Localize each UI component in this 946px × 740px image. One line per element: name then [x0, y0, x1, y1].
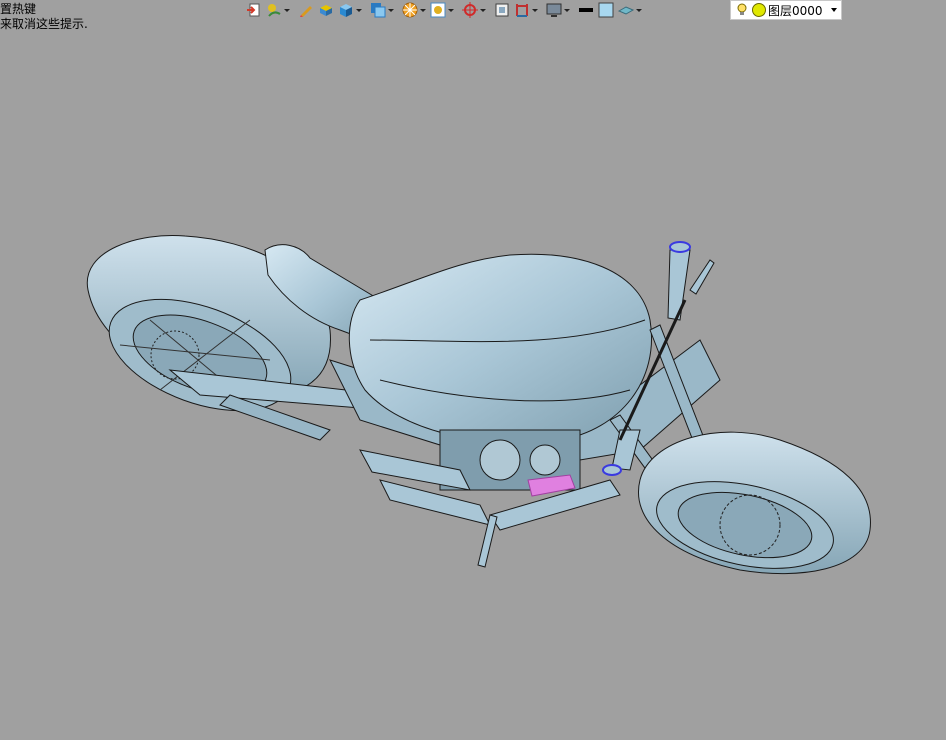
display-icon: [546, 3, 562, 17]
view-dropdown-icon[interactable]: [388, 8, 394, 12]
layer-selector[interactable]: 图层0000: [730, 0, 842, 20]
measure-icon: [516, 4, 528, 17]
box-button[interactable]: [338, 0, 362, 20]
hint-line-1: 置热键: [0, 2, 37, 16]
frame-icon: [430, 2, 446, 18]
material-icon: [618, 6, 634, 15]
sketch-button[interactable]: [266, 0, 290, 20]
measure-dropdown-icon[interactable]: [532, 8, 538, 12]
pencil-icon: [300, 6, 312, 17]
sketch-dropdown-icon[interactable]: [284, 8, 290, 12]
view-cube-button[interactable]: [370, 0, 394, 20]
target-dropdown-icon[interactable]: [480, 8, 486, 12]
front-wheel[interactable]: [638, 431, 871, 583]
target-icon: [462, 2, 478, 18]
main-toolbar: [246, 0, 730, 20]
square-button[interactable]: [494, 0, 510, 20]
material-dropdown-icon[interactable]: [636, 8, 642, 12]
fill-color-button[interactable]: [598, 0, 614, 20]
orient-icon: [402, 2, 418, 18]
orient-button[interactable]: [402, 0, 426, 20]
exit-button[interactable]: [246, 0, 262, 20]
layer-dropdown-icon[interactable]: [831, 8, 837, 12]
display-dropdown-icon[interactable]: [564, 8, 570, 12]
box-icon: [340, 4, 352, 17]
box-dropdown-icon[interactable]: [356, 8, 362, 12]
fill-color-icon: [598, 2, 614, 18]
frame-dropdown-icon[interactable]: [448, 8, 454, 12]
display-button[interactable]: [546, 0, 570, 20]
view-cube-icon: [371, 3, 386, 18]
extrude-button[interactable]: [318, 0, 334, 20]
measure-button[interactable]: [514, 0, 538, 20]
line-color-button[interactable]: [578, 0, 594, 20]
lightbulb-icon[interactable]: [735, 3, 749, 17]
pencil-button[interactable]: [298, 0, 314, 20]
frame-button[interactable]: [430, 0, 454, 20]
layer-color-dot[interactable]: [752, 3, 766, 17]
target-button[interactable]: [462, 0, 486, 20]
orient-dropdown-icon[interactable]: [420, 8, 426, 12]
sketch-icon: [268, 4, 281, 17]
material-button[interactable]: [618, 0, 642, 20]
line-color-icon: [579, 8, 593, 12]
square-icon: [495, 3, 509, 17]
model-viewport[interactable]: [0, 22, 946, 740]
extrude-icon: [320, 5, 332, 16]
layer-name: 图层0000: [768, 3, 823, 18]
motorcycle-model[interactable]: [86, 234, 871, 583]
fuel-tank[interactable]: [348, 253, 652, 443]
exit-icon: [247, 3, 260, 17]
